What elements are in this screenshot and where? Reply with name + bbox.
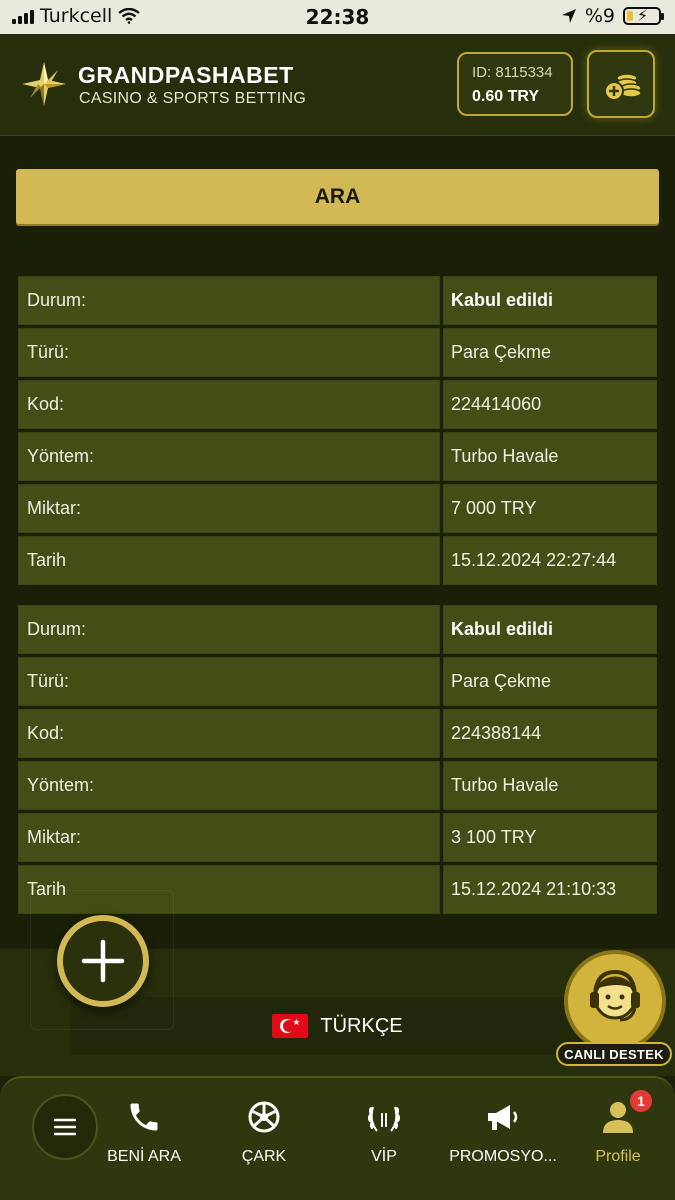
field-label: Durum:: [18, 276, 440, 325]
balance-box[interactable]: ID: 8115334 0.60 TRY: [457, 52, 573, 116]
brand-name[interactable]: GRANDPASHABET: [78, 62, 294, 89]
code-value: 224388144: [443, 709, 657, 758]
nav-label: Profile: [595, 1148, 641, 1165]
support-label: CANLI DESTEK: [556, 1042, 672, 1066]
phone-icon: [130, 1103, 158, 1131]
field-label: Miktar:: [18, 484, 440, 533]
bottom-navigation: BENİ ARA ÇARK VİP PROMOSYO... 1 Profile: [0, 1076, 675, 1200]
table-row: Türü: Para Çekme: [18, 657, 657, 709]
headset-agent-icon: [590, 969, 640, 1022]
field-label: Türü:: [18, 657, 440, 706]
turkey-flag-icon: ★: [272, 1014, 309, 1038]
nav-vip[interactable]: VİP: [324, 1098, 444, 1166]
table-row: Durum: Kabul edildi: [18, 276, 657, 328]
battery-percent: %9: [584, 5, 615, 27]
field-label: Kod:: [18, 709, 440, 758]
field-label: Kod:: [18, 380, 440, 429]
table-row: Kod: 224414060: [18, 380, 657, 432]
floating-plus-button[interactable]: [57, 915, 149, 1007]
hamburger-icon: [54, 1118, 76, 1136]
table-row: Kod: 224388144: [18, 709, 657, 761]
wheel-icon: [248, 1101, 280, 1133]
brand-tagline: CASINO & SPORTS BETTING: [79, 90, 307, 107]
table-row: Tarih 15.12.2024 22:27:44: [18, 536, 657, 588]
amount-value: 7 000 TRY: [443, 484, 657, 533]
deposit-button[interactable]: [587, 50, 655, 118]
status-value: Kabul edildi: [443, 605, 657, 654]
language-label: TÜRKÇE: [320, 1014, 403, 1037]
field-label: Miktar:: [18, 813, 440, 862]
live-support-button[interactable]: CANLI DESTEK: [556, 950, 672, 1068]
table-row: Yöntem: Turbo Havale: [18, 761, 657, 813]
transaction-card: Durum: Kabul edildi Türü: Para Çekme Kod…: [18, 605, 657, 917]
status-bar: Turkcell 22:38 %9 ⚡: [0, 0, 675, 34]
table-row: Miktar: 7 000 TRY: [18, 484, 657, 536]
nav-label: VİP: [371, 1148, 397, 1165]
balance-amount: 0.60 TRY: [472, 88, 539, 105]
megaphone-icon: [488, 1105, 518, 1130]
table-row: Durum: Kabul edildi: [18, 605, 657, 657]
nav-wheel[interactable]: ÇARK: [204, 1098, 324, 1166]
coins-plus-icon: [604, 73, 642, 101]
nav-promotions[interactable]: PROMOSYO...: [443, 1098, 563, 1166]
field-label: Türü:: [18, 328, 440, 377]
type-value: Para Çekme: [443, 657, 657, 706]
laurel-icon: [368, 1106, 400, 1132]
nav-label: BENİ ARA: [107, 1148, 181, 1165]
location-arrow-icon: [561, 9, 576, 23]
type-value: Para Çekme: [443, 328, 657, 377]
nav-label: ÇARK: [241, 1148, 287, 1165]
nav-profile[interactable]: 1 Profile: [558, 1088, 675, 1166]
amount-value: 3 100 TRY: [443, 813, 657, 862]
search-button[interactable]: ARA: [16, 169, 659, 224]
user-id: ID: 8115334: [472, 64, 553, 81]
date-value: 15.12.2024 22:27:44: [443, 536, 657, 585]
status-value: Kabul edildi: [443, 276, 657, 325]
notification-badge: 1: [628, 1088, 654, 1114]
field-label: Durum:: [18, 605, 440, 654]
nav-call-me[interactable]: BENİ ARA: [84, 1098, 204, 1166]
table-row: Miktar: 3 100 TRY: [18, 813, 657, 865]
transaction-card: Durum: Kabul edildi Türü: Para Çekme Kod…: [18, 276, 657, 588]
code-value: 224414060: [443, 380, 657, 429]
plus-icon: [81, 939, 125, 983]
app-header: GRANDPASHABET CASINO & SPORTS BETTING ID…: [0, 34, 675, 136]
table-row: Yöntem: Turbo Havale: [18, 432, 657, 484]
method-value: Turbo Havale: [443, 432, 657, 481]
method-value: Turbo Havale: [443, 761, 657, 810]
date-value: 15.12.2024 21:10:33: [443, 865, 657, 914]
transaction-history: ARA Durum: Kabul edildi Türü: Para Çekme…: [0, 137, 675, 949]
field-label: Tarih: [18, 536, 440, 585]
support-badge: [564, 950, 666, 1052]
field-label: Yöntem:: [18, 432, 440, 481]
table-row: Türü: Para Çekme: [18, 328, 657, 380]
battery-icon: ⚡: [623, 6, 664, 25]
field-label: Yöntem:: [18, 761, 440, 810]
nav-label: PROMOSYO...: [449, 1148, 557, 1165]
star-logo-icon[interactable]: [20, 60, 68, 108]
status-right: %9 ⚡: [561, 5, 664, 27]
